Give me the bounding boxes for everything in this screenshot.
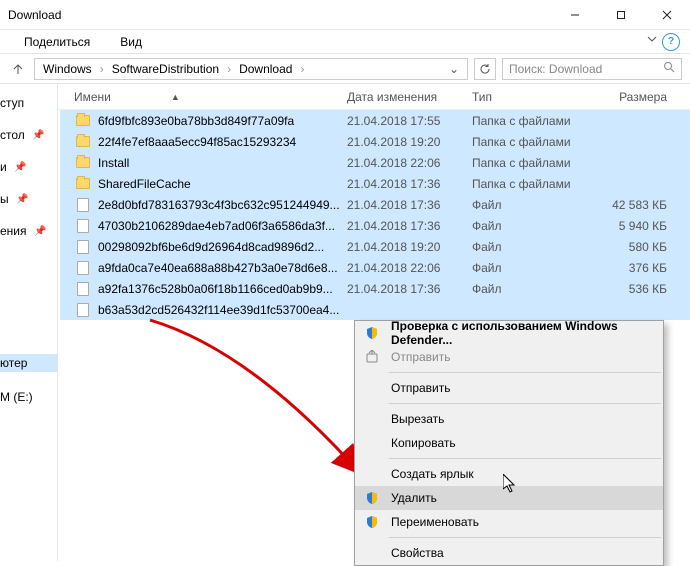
close-button[interactable] (644, 0, 690, 29)
folder-icon (74, 136, 92, 147)
menu-item-delete[interactable]: Удалить (355, 486, 663, 510)
sidebar-item[interactable]: ения📌 (0, 224, 47, 238)
pin-icon: 📌 (33, 226, 47, 237)
pin-icon: 📌 (13, 162, 27, 173)
shield-icon (363, 491, 381, 505)
file-icon (74, 219, 92, 233)
chevron-right-icon: › (300, 62, 304, 76)
search-input[interactable]: Поиск: Download (502, 58, 682, 80)
shield-icon (363, 326, 381, 340)
menu-separator (389, 372, 661, 373)
pin-icon: 📌 (15, 194, 29, 205)
ribbon-expand-icon[interactable] (646, 33, 658, 51)
navigation-sidebar: ступ стол📌 и📌 ы📌 ения📌 ютер M (E:) (0, 84, 58, 561)
menu-item-properties[interactable]: Свойства (355, 541, 663, 565)
menu-item-rename[interactable]: Переименовать (355, 510, 663, 534)
file-row[interactable]: a9fda0ca7e40ea688a88b427b3a0e78d6e8... 2… (60, 257, 690, 278)
column-header-type[interactable]: Тип (472, 90, 587, 104)
column-header-date[interactable]: Дата изменения (347, 90, 472, 104)
sidebar-item[interactable]: и📌 (0, 160, 27, 174)
search-icon (663, 61, 675, 76)
ribbon-tabs: Поделиться Вид ? (0, 30, 690, 54)
breadcrumb-item[interactable]: Windows (39, 62, 96, 76)
shield-icon (363, 515, 381, 529)
file-icon (74, 282, 92, 296)
share-icon (363, 350, 381, 364)
minimize-button[interactable] (552, 0, 598, 29)
file-row[interactable]: 00298092bf6be6d9d26964d8cad9896d2... 21.… (60, 236, 690, 257)
chevron-down-icon[interactable]: ⌄ (445, 62, 463, 76)
file-row[interactable]: SharedFileCache 21.04.2018 17:36 Папка с… (60, 173, 690, 194)
folder-icon (74, 178, 92, 189)
sort-asc-icon: ▲ (171, 92, 180, 102)
sidebar-item[interactable]: ступ (0, 96, 24, 110)
file-icon (74, 240, 92, 254)
menu-item-cut[interactable]: Вырезать (355, 407, 663, 431)
help-icon[interactable]: ? (662, 33, 680, 51)
sidebar-item-drive[interactable]: M (E:) (0, 390, 33, 404)
tab-view[interactable]: Вид (120, 35, 142, 49)
menu-separator (389, 537, 661, 538)
file-icon (74, 261, 92, 275)
breadcrumb-item[interactable]: SoftwareDistribution (108, 62, 223, 76)
column-headers: Имени▲ Дата изменения Тип Размера (58, 84, 690, 110)
nav-up-button[interactable] (8, 62, 28, 76)
file-row[interactable]: 6fd9fbfc893e0ba78bb3d849f77a09fa 21.04.2… (60, 110, 690, 131)
chevron-right-icon: › (100, 62, 104, 76)
file-icon (74, 303, 92, 317)
file-row[interactable]: Install 21.04.2018 22:06 Папка с файлами (60, 152, 690, 173)
sidebar-item[interactable]: стол📌 (0, 128, 45, 142)
title-bar: Download (0, 0, 690, 30)
window-title: Download (0, 0, 552, 29)
folder-icon (74, 157, 92, 168)
address-bar-row: Windows › SoftwareDistribution › Downloa… (0, 54, 690, 84)
file-row[interactable]: a92fa1376c528b0a06f18b1166ced0ab9b9... 2… (60, 278, 690, 299)
chevron-right-icon: › (227, 62, 231, 76)
menu-separator (389, 403, 661, 404)
menu-item-share[interactable]: Отправить (355, 345, 663, 369)
search-placeholder: Поиск: Download (509, 62, 602, 76)
context-menu: Проверка с использованием Windows Defend… (354, 320, 664, 566)
file-row[interactable]: 2e8d0bfd783163793c4f3bc632c951244949... … (60, 194, 690, 215)
column-header-name[interactable]: Имени▲ (74, 90, 347, 104)
file-row[interactable]: 47030b2106289dae4eb7ad06f3a6586da3f... 2… (60, 215, 690, 236)
breadcrumb[interactable]: Windows › SoftwareDistribution › Downloa… (34, 58, 468, 80)
menu-item-sendto[interactable]: Отправить (355, 376, 663, 400)
file-icon (74, 198, 92, 212)
sidebar-item[interactable]: ы📌 (0, 192, 29, 206)
file-row[interactable]: b63a53d2cd526432f114ee39d1fc53700ea4... (60, 299, 690, 320)
sidebar-item-computer[interactable]: ютер (0, 354, 57, 372)
column-header-size[interactable]: Размера (587, 90, 667, 104)
tab-share[interactable]: Поделиться (24, 35, 90, 49)
breadcrumb-item[interactable]: Download (235, 62, 296, 76)
maximize-button[interactable] (598, 0, 644, 29)
refresh-button[interactable] (474, 58, 496, 80)
pin-icon: 📌 (31, 130, 45, 141)
menu-item-defender[interactable]: Проверка с использованием Windows Defend… (355, 321, 663, 345)
file-row[interactable]: 22f4fe7ef8aaa5ecc94f85ac15293234 21.04.2… (60, 131, 690, 152)
menu-separator (389, 458, 661, 459)
menu-item-create-shortcut[interactable]: Создать ярлык (355, 462, 663, 486)
menu-item-copy[interactable]: Копировать (355, 431, 663, 455)
folder-icon (74, 115, 92, 126)
